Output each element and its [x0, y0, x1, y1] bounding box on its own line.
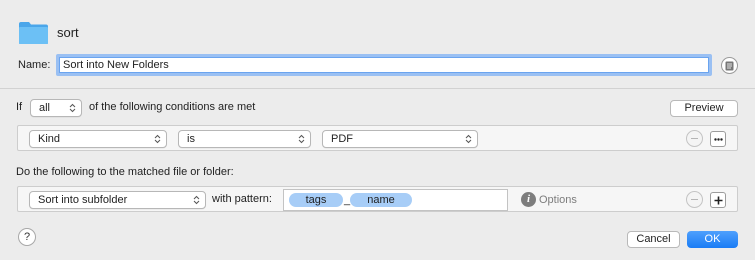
pattern-label: with pattern: — [212, 193, 272, 205]
action-popup[interactable]: Sort into subfolder — [29, 191, 206, 209]
minus-icon — [691, 138, 698, 139]
folder-name: sort — [57, 25, 79, 40]
header-divider — [0, 88, 755, 89]
help-button[interactable]: ? — [18, 228, 36, 246]
cancel-button[interactable]: Cancel — [627, 231, 680, 248]
updown-chevron-icon — [193, 195, 200, 205]
ok-button[interactable]: OK — [687, 231, 738, 248]
minus-icon — [691, 199, 698, 200]
plus-icon — [714, 196, 722, 204]
remove-condition-button[interactable] — [686, 130, 703, 147]
kind-value: PDF — [331, 133, 353, 145]
conditions-suffix: of the following conditions are met — [89, 101, 256, 113]
document-icon — [725, 61, 734, 70]
updown-chevron-icon — [298, 134, 305, 144]
pattern-token-name[interactable]: name — [350, 193, 412, 207]
folder-icon — [18, 20, 49, 45]
pattern-token-tags[interactable]: tags — [289, 193, 343, 207]
remove-action-button[interactable] — [686, 191, 703, 208]
attribute-value: Kind — [38, 133, 61, 145]
operator-value: is — [187, 133, 195, 145]
actions-label: Do the following to the matched file or … — [16, 166, 234, 178]
match-mode-popup[interactable]: all — [30, 99, 82, 117]
kind-value-popup[interactable]: PDF — [322, 130, 478, 148]
attribute-popup[interactable]: Kind — [29, 130, 167, 148]
ellipsis-icon — [713, 137, 723, 141]
notes-button[interactable] — [721, 57, 738, 74]
more-condition-button[interactable] — [710, 131, 726, 147]
rule-name-input[interactable]: Sort into New Folders — [56, 54, 712, 76]
if-label: If — [16, 101, 23, 113]
info-icon[interactable]: i — [521, 192, 536, 207]
updown-chevron-icon — [465, 134, 472, 144]
updown-chevron-icon — [154, 134, 161, 144]
preview-button[interactable]: Preview — [670, 100, 738, 117]
updown-chevron-icon — [69, 103, 76, 113]
action-value: Sort into subfolder — [38, 194, 128, 206]
options-button[interactable]: Options — [539, 194, 577, 206]
add-action-button[interactable] — [710, 192, 726, 208]
operator-popup[interactable]: is — [178, 130, 311, 148]
match-mode-value: all — [39, 102, 51, 114]
name-label: Name: — [18, 59, 51, 71]
